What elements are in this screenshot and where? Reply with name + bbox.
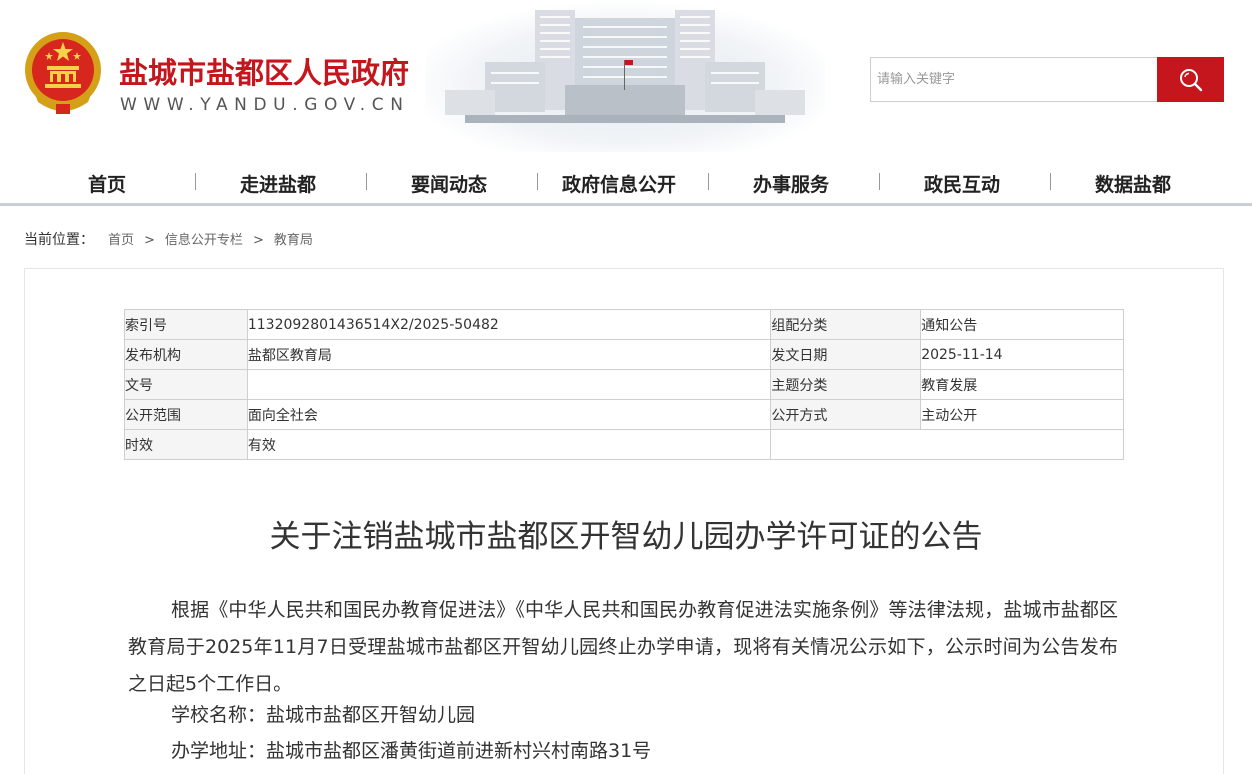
meta-key-scope: 公开范围 — [124, 399, 248, 430]
search-input[interactable] — [871, 58, 1157, 101]
site-url: WWW.YANDU.GOV.CN — [120, 95, 410, 115]
nav-item-interaction[interactable]: 政民互动 — [924, 170, 1000, 197]
site-title[interactable]: 盐城市盐都区人民政府 — [119, 50, 409, 92]
table-row: 发布机构 盐都区教育局 发文日期 2025-11-14 — [124, 339, 1124, 370]
empty-cell — [770, 429, 921, 460]
breadcrumb-separator: > — [144, 233, 155, 248]
meta-key-validity: 时效 — [124, 429, 248, 460]
meta-value-document-number — [246, 369, 772, 400]
meta-value-disclosure-method: 主动公开 — [920, 399, 1124, 430]
empty-cell — [920, 429, 1124, 460]
article-paragraph: 根据《中华人民共和国民办教育促进法》《中华人民共和国民办教育促进法实施条例》等法… — [128, 599, 1118, 695]
meta-key-category: 组配分类 — [770, 309, 922, 340]
site-header: 盐城市盐都区人民政府 WWW.YANDU.GOV.CN — [0, 0, 1252, 160]
breadcrumb-separator: > — [252, 233, 264, 248]
table-row: 索引号 1132092801436514X2/2025-50482 组配分类 通… — [124, 309, 1124, 340]
nav-separator — [366, 173, 367, 190]
nav-separator — [195, 173, 196, 190]
nav-item-news[interactable]: 要闻动态 — [411, 170, 487, 197]
nav-item-services[interactable]: 办事服务 — [753, 170, 829, 197]
nav-separator — [879, 173, 880, 190]
meta-key-document-number: 文号 — [124, 369, 248, 400]
nav-item-about-yandu[interactable]: 走进盐都 — [240, 170, 316, 197]
nav-separator — [1050, 173, 1051, 190]
table-row: 时效 有效 — [124, 429, 1124, 460]
search-icon — [1179, 68, 1202, 91]
breadcrumb: 当前位置： 首页 > 信息公开专栏 > 教育局 — [24, 229, 313, 249]
search-box — [870, 57, 1158, 102]
meta-value-subject: 教育发展 — [920, 369, 1124, 400]
search-button[interactable] — [1157, 57, 1224, 102]
breadcrumb-label: 当前位置： — [24, 232, 94, 248]
meta-key-index-number: 索引号 — [124, 309, 248, 340]
meta-value-scope: 面向全社会 — [246, 399, 772, 430]
government-building-image — [425, 0, 825, 152]
meta-key-issue-date: 发文日期 — [770, 339, 922, 370]
meta-value-category: 通知公告 — [920, 309, 1124, 340]
article-title: 关于注销盐城市盐都区开智幼儿园办学许可证的公告 — [269, 519, 983, 555]
meta-value-publisher: 盐都区教育局 — [246, 339, 772, 370]
table-row: 公开范围 面向全社会 公开方式 主动公开 — [124, 399, 1124, 430]
national-emblem-icon — [25, 32, 101, 114]
nav-item-info-disclosure[interactable]: 政府信息公开 — [562, 170, 676, 197]
document-metadata-table: 索引号 1132092801436514X2/2025-50482 组配分类 通… — [124, 309, 1124, 460]
meta-key-subject: 主题分类 — [770, 369, 922, 400]
breadcrumb-item-home[interactable]: 首页 — [108, 233, 134, 248]
nav-separator — [708, 173, 709, 190]
nav-item-home[interactable]: 首页 — [88, 170, 126, 197]
table-row: 文号 主题分类 教育发展 — [124, 369, 1124, 400]
breadcrumb-item-info-column[interactable]: 信息公开专栏 — [165, 233, 243, 248]
nav-separator — [537, 173, 538, 190]
breadcrumb-item-education-bureau[interactable]: 教育局 — [274, 233, 313, 248]
nav-item-data-yandu[interactable]: 数据盐都 — [1095, 170, 1171, 197]
meta-value-index-number: 1132092801436514X2/2025-50482 — [246, 309, 772, 340]
school-address-line: 办学地址：盐城市盐都区潘黄街道前进新村兴村南路31号 — [171, 740, 652, 762]
school-name-line: 学校名称：盐城市盐都区开智幼儿园 — [171, 704, 476, 726]
meta-value-issue-date: 2025-11-14 — [920, 339, 1124, 370]
main-nav: 首页 走进盐都 要闻动态 政府信息公开 办事服务 政民互动 数据盐都 — [0, 160, 1252, 206]
meta-key-disclosure-method: 公开方式 — [770, 399, 922, 430]
meta-value-validity: 有效 — [246, 429, 772, 460]
meta-key-publisher: 发布机构 — [124, 339, 248, 370]
